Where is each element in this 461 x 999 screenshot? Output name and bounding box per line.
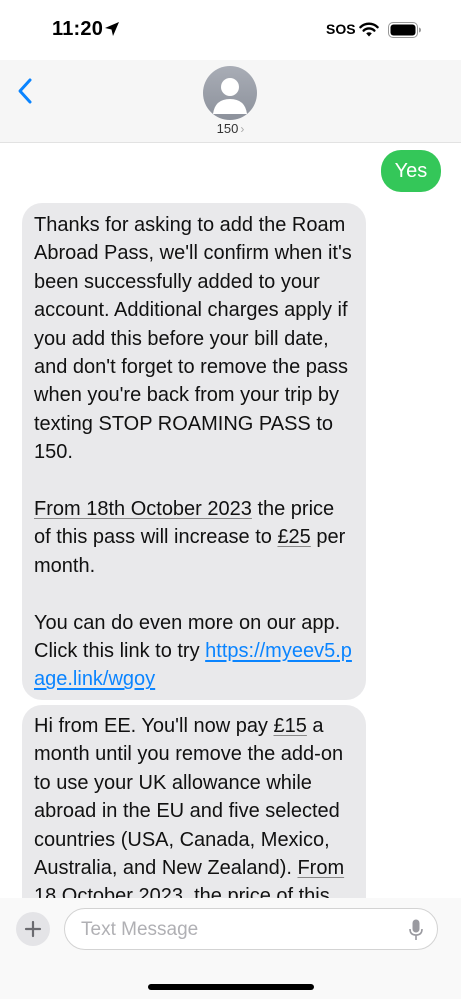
message-text: Thanks for asking to add the Roam Abroad… [34,214,352,464]
message-text: a month until you remove the add-on to u… [34,715,344,880]
apps-plus-button[interactable] [16,912,50,946]
sos-indicator: SOS [326,21,356,37]
message-paragraph: Thanks for asking to add the Roam Abroad… [34,211,354,467]
contact-name: 150 [216,121,239,136]
microphone-icon[interactable] [409,919,423,941]
message-paragraph: From 18th October 2023 the price of this… [34,495,354,580]
incoming-message[interactable]: Thanks for asking to add the Roam Abroad… [22,203,366,700]
price-detector-link[interactable]: £25 [277,526,310,548]
battery-icon [388,22,421,38]
person-icon [213,78,247,114]
contact-name-button[interactable]: 150 › [0,121,461,136]
contact-avatar[interactable] [203,66,257,120]
outgoing-message[interactable]: Yes [381,150,441,192]
price-detector-link[interactable]: £15 [274,715,307,737]
home-indicator[interactable] [148,984,314,990]
message-paragraph: You can do even more on our app. Click t… [34,609,354,694]
message-text: Yes [394,160,428,182]
message-input[interactable] [79,917,393,943]
date-detector-link[interactable]: From 18th October 2023 [34,498,252,520]
conversation-header: 150 › [0,60,461,143]
chevron-right-icon: › [240,122,245,136]
status-time: 11:20 [52,18,104,40]
location-arrow-icon [105,22,119,36]
status-bar: 11:20 SOS [0,0,461,60]
back-button[interactable] [12,74,40,108]
message-input-field[interactable] [64,908,438,950]
plus-icon [24,920,42,938]
message-text: Hi from EE. You'll now pay [34,715,274,737]
wifi-icon [359,22,379,37]
